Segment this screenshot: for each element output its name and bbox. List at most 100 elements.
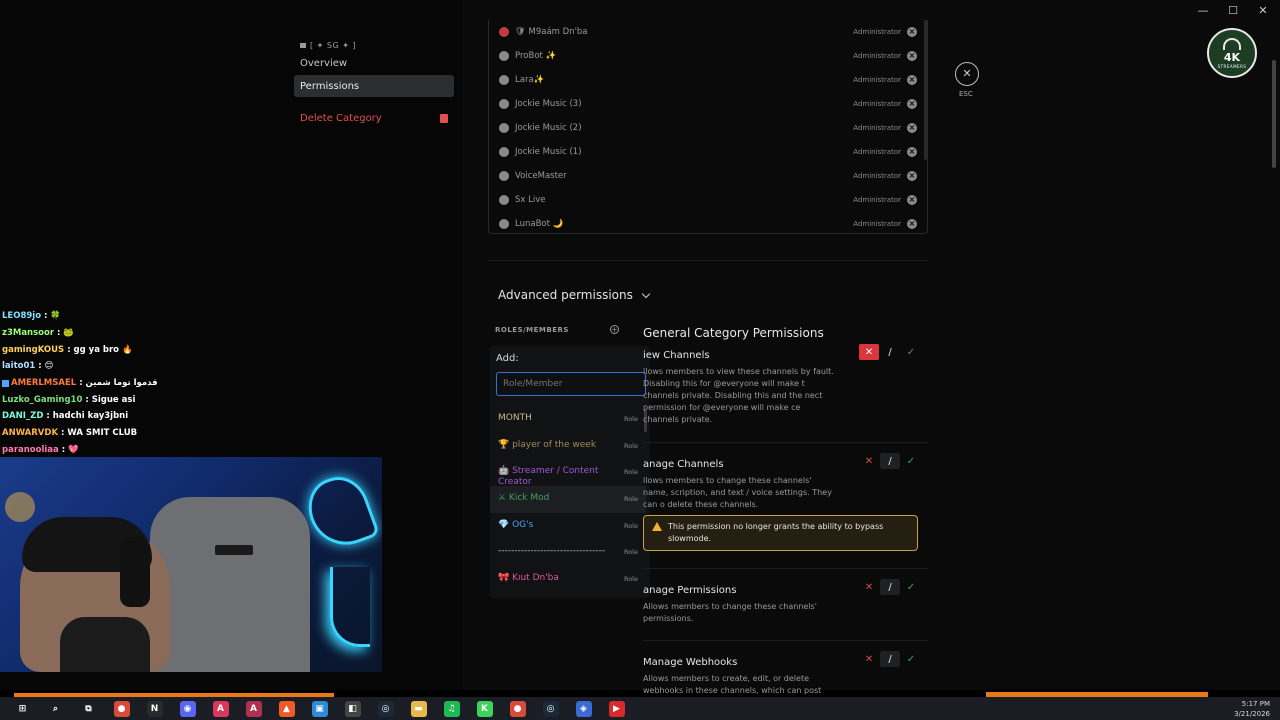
badge-icon [2, 379, 9, 387]
role-option-type: Role [623, 415, 638, 423]
deny-button[interactable]: ✕ [859, 344, 879, 360]
chrome-icon[interactable]: ● [113, 700, 130, 717]
role-option[interactable]: ⚔ Kick Mod Role [490, 486, 646, 513]
avatar [499, 51, 509, 61]
member-row[interactable]: 🛡 M9aám Dn'ba Administrator × [489, 20, 927, 44]
remove-member-icon[interactable]: × [907, 51, 917, 61]
chat-username: z3Mansoor [2, 328, 55, 339]
role-option[interactable]: 🤖 Streamer / Content Creator Role [490, 459, 646, 487]
close-window-button[interactable]: ✕ [1256, 4, 1270, 17]
avatar [499, 147, 509, 157]
role-options-list: MONTH Role 🏆 player of the week Role 🤖 Strea… [490, 406, 646, 598]
neon-light-decoration [299, 468, 381, 556]
member-list-scrollbar[interactable] [924, 20, 927, 160]
sidebar-item-overview[interactable]: Overview [294, 52, 454, 74]
member-row[interactable]: LunaBot 🌙 Administrator × [489, 212, 927, 233]
role-option[interactable]: --------------------------------- Role [490, 539, 646, 566]
member-row[interactable]: Jockie Music (2) Administrator × [489, 116, 927, 140]
record-icon[interactable]: ▶ [608, 700, 625, 717]
deny-button[interactable]: ✕ [859, 579, 879, 595]
steam-icon[interactable]: ◎ [377, 700, 394, 717]
remove-member-icon[interactable]: × [907, 171, 917, 181]
folder-icon[interactable]: ▬ [410, 700, 427, 717]
member-role: Administrator [853, 220, 901, 228]
member-role: Administrator [853, 28, 901, 36]
allow-button[interactable]: ✓ [901, 344, 921, 360]
neutral-button[interactable]: / [880, 651, 900, 667]
member-row[interactable]: Lara✨ Administrator × [489, 68, 927, 92]
role-option[interactable]: 🎀 Kıut Dn'ba Role [490, 566, 646, 593]
deny-button[interactable]: ✕ [859, 651, 879, 667]
role-option-name: --------------------------------- [498, 546, 606, 557]
member-row[interactable]: VoiceMaster Administrator × [489, 164, 927, 188]
role-option[interactable]: 🏆 player of the week Role [490, 433, 646, 460]
page-scrollbar[interactable] [1272, 60, 1276, 168]
add-label: Add: [496, 353, 519, 364]
role-option-type: Role [623, 468, 638, 477]
member-row[interactable]: Jockie Music (3) Administrator × [489, 92, 927, 116]
member-role: Administrator [853, 100, 901, 108]
chat-username: Luzko_Gaming10 [2, 394, 83, 405]
microphone [60, 617, 150, 672]
role-option[interactable]: 👑 3a2dLaRole [490, 593, 646, 598]
system-clock[interactable]: 5:17 PM 3/21/2026 [1234, 699, 1270, 719]
kick-icon[interactable]: K [476, 700, 493, 717]
neon-light-decoration [330, 567, 370, 647]
allow-button[interactable]: ✓ [901, 453, 921, 469]
remove-member-icon[interactable]: × [907, 75, 917, 85]
add-role-member-icon[interactable]: + [610, 325, 619, 334]
chat-username: gamingKOUS [2, 344, 65, 355]
role-member-search-input[interactable] [496, 372, 646, 396]
member-role: Administrator [853, 124, 901, 132]
arc-icon[interactable]: A [212, 700, 229, 717]
files-icon[interactable]: ◧ [344, 700, 361, 717]
obs-icon[interactable]: ◈ [575, 700, 592, 717]
app-icon[interactable]: ▣ [311, 700, 328, 717]
delete-category-button[interactable]: Delete Category [294, 107, 454, 129]
neutral-button[interactable]: / [880, 453, 900, 469]
close-icon[interactable]: ✕ [955, 62, 979, 86]
search-icon[interactable]: ⌕ [47, 700, 64, 717]
spotify-icon[interactable]: ♫ [443, 700, 460, 717]
allow-button[interactable]: ✓ [901, 651, 921, 667]
sidebar-item-permissions[interactable]: Permissions [294, 75, 454, 97]
neutral-button[interactable]: / [880, 579, 900, 595]
chat-text: قدموا توما شمين [85, 378, 158, 389]
member-row[interactable]: ProBot ✨ Administrator × [489, 44, 927, 68]
permission-toggle: ✕ / ✓ [859, 651, 921, 667]
permission-description: llows members to change these channels' … [643, 476, 832, 509]
adobe-icon[interactable]: A [245, 700, 262, 717]
chat-username: ANWARVDK [2, 428, 59, 439]
member-list: 🛡 M9aám Dn'ba Administrator × ProBot ✨ Admin… [488, 20, 928, 234]
discord-icon[interactable]: ◉ [179, 700, 196, 717]
member-row[interactable]: Jockie Music (1) Administrator × [489, 140, 927, 164]
brave-icon[interactable]: ▲ [278, 700, 295, 717]
window-controls: — ☐ ✕ [1196, 4, 1270, 17]
maximize-button[interactable]: ☐ [1226, 4, 1240, 17]
chat-message: ANWARVDK: WA SMIT CLUB [2, 425, 302, 442]
role-option-type: Role [623, 548, 638, 557]
notion-icon[interactable]: N [146, 700, 163, 717]
minimize-button[interactable]: — [1196, 4, 1210, 17]
allow-button[interactable]: ✓ [901, 579, 921, 595]
remove-member-icon[interactable]: × [907, 147, 917, 157]
role-option[interactable]: 💎 OG's Role [490, 513, 646, 540]
chrome2-icon[interactable]: ● [509, 700, 526, 717]
windows-start-icon[interactable]: ⊞ [14, 700, 31, 717]
remove-member-icon[interactable]: × [907, 123, 917, 133]
remove-member-icon[interactable]: × [907, 195, 917, 205]
member-row[interactable]: Sx Live Administrator × [489, 188, 927, 212]
role-option[interactable]: MONTH Role [490, 406, 646, 433]
member-name: LunaBot 🌙 [515, 219, 564, 229]
remove-member-icon[interactable]: × [907, 99, 917, 109]
delete-category-label: Delete Category [300, 112, 382, 124]
neutral-button[interactable]: / [880, 344, 900, 360]
steam2-icon[interactable]: ◎ [542, 700, 559, 717]
deny-button[interactable]: ✕ [859, 453, 879, 469]
remove-member-icon[interactable]: × [907, 27, 917, 37]
task-view-icon[interactable]: ⧉ [80, 700, 97, 717]
category-name: [ ✦ SG ✦ ] [310, 40, 357, 50]
advanced-permissions-toggle[interactable]: Advanced permissions [498, 288, 651, 302]
permission-manage-channels: anage Channels llows members to change t… [643, 453, 923, 511]
remove-member-icon[interactable]: × [907, 219, 917, 229]
